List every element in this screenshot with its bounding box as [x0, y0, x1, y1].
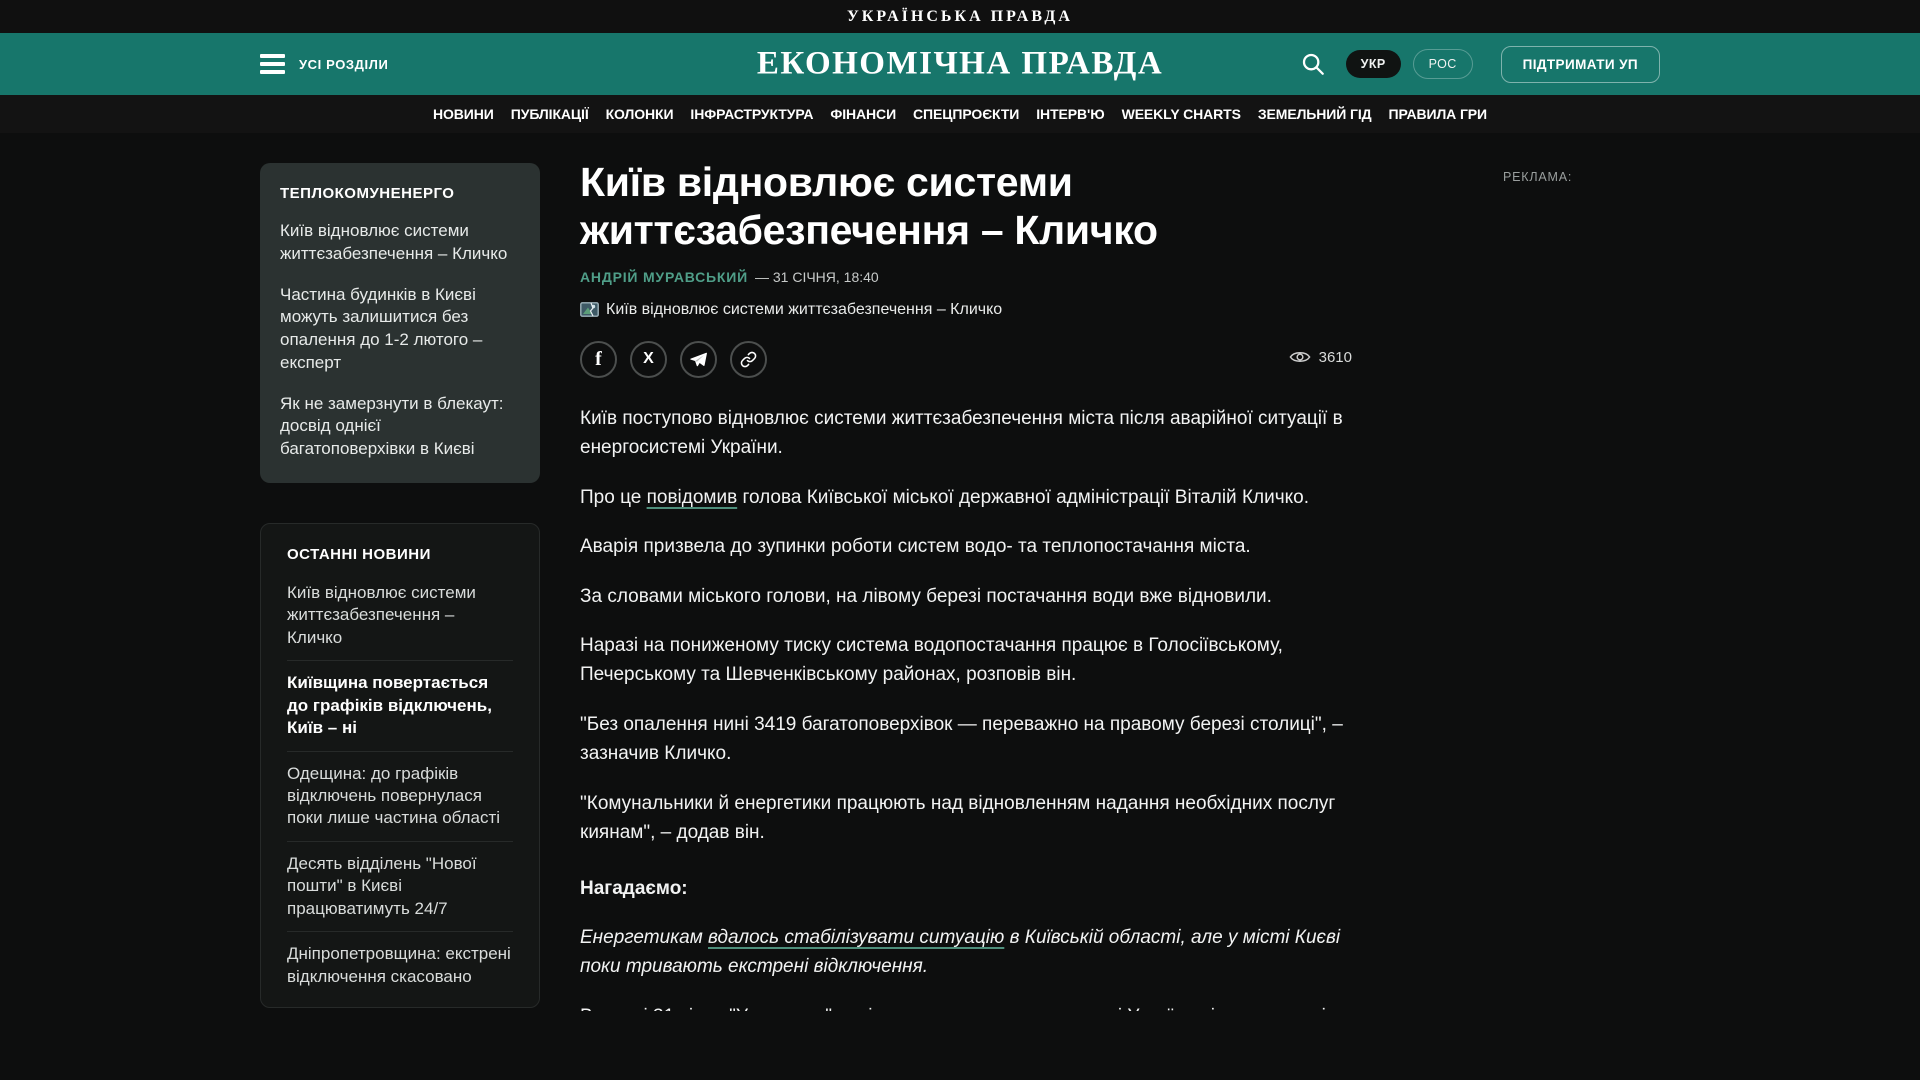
link-icon	[740, 351, 757, 368]
latest-news-title: ОСТАННІ НОВИНИ	[287, 545, 431, 563]
article-paragraph: "Комунальники й енергетики працюють над …	[580, 789, 1352, 848]
x-icon: X	[643, 350, 654, 368]
article-paragraph: Про це повідомив голова Київської місько…	[580, 483, 1352, 512]
paragraph-text: Ввечері 31 січня "Укренерго" повідомило,…	[580, 1006, 1326, 1011]
page: { "topbar": { "brand": "УКРАЇНСЬКА ПРАВД…	[0, 0, 1920, 1080]
article-paragraph: Ввечері 31 січня "Укренерго" повідомило,…	[580, 1002, 1352, 1011]
article: Київ відновлює системи життєзабезпечення…	[580, 158, 1352, 1011]
author-link[interactable]: АНДРІЙ МУРАВСЬКИЙ	[580, 269, 748, 285]
inline-link[interactable]: вдалось стабілізувати ситуацію	[708, 927, 1004, 948]
topic-news-link[interactable]: Київ відновлює системи життєзабезпечення…	[280, 220, 520, 266]
latest-news-link[interactable]: Київщина повертається до графіків відклю…	[287, 660, 513, 750]
nav-item[interactable]: КОЛОНКИ	[606, 106, 674, 122]
article-paragraph: Енергетикам вдалось стабілізувати ситуац…	[580, 923, 1352, 982]
topic-news-link[interactable]: Частина будинків в Києві можуть залишити…	[280, 284, 520, 375]
nav-item[interactable]: ЗЕМЕЛЬНИЙ ГІД	[1258, 106, 1372, 122]
ukrainska-pravda-logo[interactable]: УКРАЇНСЬКА ПРАВДА	[847, 8, 1073, 26]
paragraph-text: "Комунальники й енергетики працюють над …	[580, 792, 1336, 844]
article-body: Київ поступово відновлює системи життєза…	[580, 404, 1352, 1011]
broken-image-icon	[580, 302, 599, 318]
nav-item[interactable]: ПУБЛІКАЦІЇ	[511, 106, 589, 122]
lang-toggle-ros[interactable]: РОС	[1412, 49, 1473, 79]
nav-item[interactable]: WEEKLY CHARTS	[1122, 106, 1241, 122]
share-buttons-row: f X 3610	[580, 340, 1352, 378]
header-inner: УСІ РОЗДІЛИ ЕКОНОМІЧНА ПРАВДА УКР РОС ПІ…	[260, 33, 1660, 95]
paragraph-text: Київ поступово відновлює системи життєза…	[580, 407, 1343, 459]
latest-news-link[interactable]: Київ відновлює системи життєзабезпечення…	[287, 571, 513, 660]
topic-box: ТЕПЛОКОМУНЕНЕРГО Київ відновлює системи …	[260, 163, 540, 483]
menu-label: УСІ РОЗДІЛИ	[299, 56, 389, 72]
article-paragraph: Нагадаємо:	[580, 874, 1352, 903]
nav-item[interactable]: ІНТЕРВ'Ю	[1036, 106, 1104, 122]
support-up-button[interactable]: ПІДТРИМАТИ УП	[1500, 45, 1660, 83]
nav-item[interactable]: ІНФРАСТРУКТУРА	[690, 106, 813, 122]
view-count: 3610	[1318, 348, 1352, 366]
facebook-icon: f	[595, 347, 602, 370]
topbar: УКРАЇНСЬКА ПРАВДА	[0, 0, 1920, 33]
share-x-button[interactable]: X	[630, 340, 667, 378]
paragraph-text: Наразі на пониженому тиску система водоп…	[580, 634, 1283, 686]
telegram-icon	[690, 352, 707, 367]
all-sections-menu-button[interactable]: УСІ РОЗДІЛИ	[260, 54, 388, 74]
article-paragraph: "Без опалення нині 3419 багатоповерхівок…	[580, 710, 1352, 769]
latest-news-link[interactable]: Десять відділень "Нової пошти" в Києві п…	[287, 840, 513, 931]
site-header: УСІ РОЗДІЛИ ЕКОНОМІЧНА ПРАВДА УКР РОС ПІ…	[0, 33, 1920, 95]
latest-news-link[interactable]: Одещина: до графіків відключень повернул…	[287, 750, 513, 841]
ad-label: РЕКЛАМА:	[1503, 170, 1573, 184]
article-title: Київ відновлює системи життєзабезпечення…	[580, 159, 1158, 254]
share-facebook-button[interactable]: f	[580, 340, 617, 378]
article-image-placeholder: Київ відновлює системи життєзабезпечення…	[580, 301, 1352, 319]
main-nav-list: НОВИНИ ПУБЛІКАЦІЇ КОЛОНКИ ІНФРАСТРУКТУРА ФІН…	[0, 95, 1920, 133]
view-counter: 3610	[1289, 349, 1352, 366]
article-paragraph: Наразі на пониженому тиску система водоп…	[580, 631, 1352, 690]
search-button[interactable]	[1300, 51, 1326, 77]
article-image-alt-text: Київ відновлює системи життєзабезпечення…	[606, 300, 1003, 318]
topic-box-items: Київ відновлює системи життєзабезпечення…	[280, 220, 520, 461]
article-paragraph: Аварія призвела до зупинки роботи систем…	[580, 532, 1352, 561]
article-paragraph: Київ поступово відновлює системи життєза…	[580, 404, 1352, 463]
paragraph-text: Аварія призвела до зупинки роботи систем…	[580, 536, 1251, 558]
article-paragraph: За словами міського голови, на лівому бе…	[580, 582, 1352, 611]
paragraph-text: "Без опалення нині 3419 багатоповерхівок…	[580, 713, 1343, 765]
latest-news-items: Київ відновлює системи життєзабезпечення…	[287, 571, 513, 999]
nav-item[interactable]: НОВИНИ	[433, 106, 494, 122]
header-right-group: УКР РОС ПІДТРИМАТИ УП	[1300, 45, 1660, 83]
search-icon	[1302, 53, 1324, 75]
lang-toggle-ukr[interactable]: УКР	[1345, 50, 1401, 78]
paragraph-text: За словами міського голови, на лівому бе…	[580, 585, 1272, 607]
share-telegram-button[interactable]	[680, 340, 717, 378]
hamburger-icon	[260, 54, 285, 74]
eye-icon	[1289, 352, 1311, 363]
paragraph-text: Про це	[580, 486, 647, 508]
paragraph-text: Нагадаємо:	[580, 877, 688, 899]
inline-link[interactable]: повідомив	[647, 487, 738, 508]
sidebar: ТЕПЛОКОМУНЕНЕРГО Київ відновлює системи …	[260, 163, 540, 1009]
topic-news-link[interactable]: Як не замерзнути в блекаут: досвід одніє…	[280, 393, 520, 461]
paragraph-text: Енергетикам	[580, 927, 709, 948]
topic-box-title: ТЕПЛОКОМУНЕНЕРГО	[280, 185, 455, 202]
copy-link-button[interactable]	[730, 340, 767, 378]
nav-item[interactable]: ПРАВИЛА ГРИ	[1388, 106, 1487, 122]
latest-news-link[interactable]: Дніпропетровщина: екстрені відключення с…	[287, 931, 513, 999]
latest-news-box: ОСТАННІ НОВИНИ Київ відновлює системи жи…	[260, 522, 540, 1009]
nav-item[interactable]: ФІНАНСИ	[830, 106, 896, 122]
publish-date: — 31 СІЧНЯ, 18:40	[754, 268, 879, 285]
nav-item[interactable]: СПЕЦПРОЄКТИ	[913, 106, 1019, 122]
paragraph-text: голова Київської міської державної адмін…	[737, 486, 1309, 508]
ekonomichna-pravda-logo[interactable]: ЕКОНОМІЧНА ПРАВДА	[757, 46, 1163, 83]
byline: АНДРІЙ МУРАВСЬКИЙ — 31 СІЧНЯ, 18:40	[580, 269, 1352, 285]
